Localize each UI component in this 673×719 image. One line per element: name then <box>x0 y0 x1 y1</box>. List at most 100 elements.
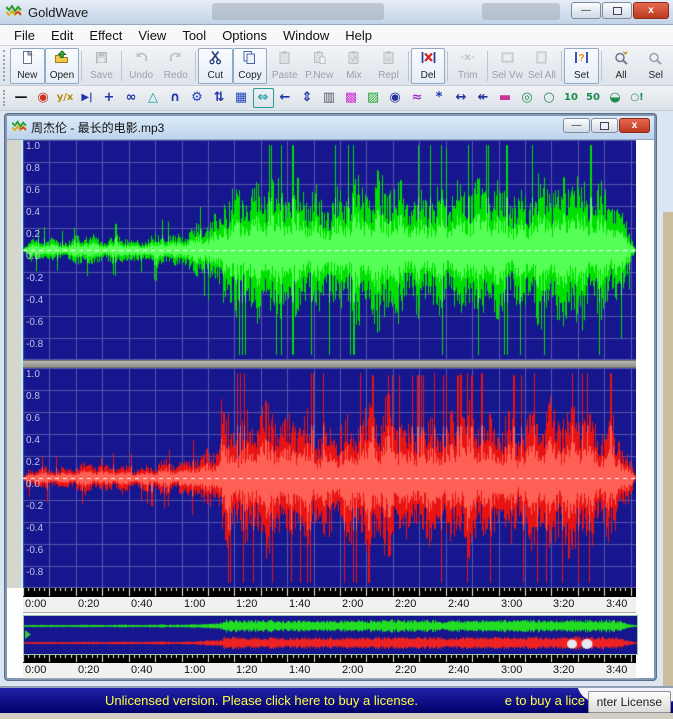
delete-x-icon <box>421 50 436 70</box>
maximize-button[interactable] <box>602 2 632 19</box>
trim-button: Trim <box>450 48 485 84</box>
zoom-selection-icon <box>648 50 663 70</box>
unlicensed-message[interactable]: Unlicensed version. Please click here to… <box>0 693 523 708</box>
time-label: 1:20 <box>236 598 257 610</box>
document-close-button[interactable]: x <box>619 118 650 133</box>
gear-icon[interactable]: ⚙ <box>187 88 208 108</box>
menu-item-file[interactable]: File <box>6 26 43 45</box>
time-label: 1:40 <box>289 664 310 676</box>
time-ruler-ticks[interactable] <box>23 588 636 597</box>
toolbar-button-label: Undo <box>129 70 153 81</box>
menu-item-effect[interactable]: Effect <box>81 26 130 45</box>
mix-button: Mix <box>337 48 372 84</box>
cut-button[interactable]: Cut <box>198 48 233 84</box>
time-label: 3:00 <box>501 664 522 676</box>
close-button[interactable]: x <box>633 2 669 19</box>
menu-item-options[interactable]: Options <box>214 26 275 45</box>
toolbar-separator <box>121 51 122 81</box>
del-button[interactable]: Del <box>411 48 446 84</box>
stretch-box-icon[interactable]: ⇔ <box>253 88 274 108</box>
menu-item-view[interactable]: View <box>130 26 174 45</box>
waveform-right-channel[interactable]: 1.00.80.60.40.20.0-0.2-0.4-0.6-0.8 <box>23 368 636 588</box>
updown-arrow-icon[interactable]: ⇕ <box>297 88 318 108</box>
amplitude-label: 1.0 <box>26 370 40 380</box>
play-to-end-icon[interactable]: ▶| <box>77 88 98 108</box>
half-circle-icon[interactable]: ◒ <box>605 88 626 108</box>
toolbar-button-label: Open <box>50 70 74 81</box>
alert-circle-icon[interactable]: ○! <box>627 88 648 108</box>
copy-button[interactable]: Copy <box>233 48 268 84</box>
menu-item-tool[interactable]: Tool <box>174 26 214 45</box>
amplitude-label: 0.6 <box>26 414 40 424</box>
trim-icon <box>460 50 475 70</box>
skip-10-icon[interactable]: 10 <box>561 88 582 108</box>
goldwave-window: GoldWave — x FileEditEffectViewToolOptio… <box>0 0 673 719</box>
goldwave-logo-icon <box>6 3 22 22</box>
toolbar-button-label: Sel Vw <box>492 70 523 81</box>
set-button[interactable]: ?Set <box>564 48 599 84</box>
triangle-icon[interactable]: △ <box>143 88 164 108</box>
sparkle-icon[interactable]: * <box>429 88 450 108</box>
left-arrow-icon[interactable]: ← <box>275 88 296 108</box>
new-button[interactable]: New <box>10 48 45 84</box>
expression-yx-icon[interactable]: y/x <box>55 88 76 108</box>
sel-button[interactable]: Sel <box>638 48 673 84</box>
skip-50-icon[interactable]: 50 <box>583 88 604 108</box>
mix-clipboard-icon <box>346 50 361 70</box>
document-minimize-button[interactable]: — <box>563 118 590 133</box>
matrix-color-icon[interactable]: ▩ <box>341 88 362 108</box>
redo-button: Redo <box>158 48 193 84</box>
overview-strip[interactable] <box>23 615 638 655</box>
document-title: 周杰伦 - 最长的电影.mp3 <box>31 119 164 136</box>
eye-icon[interactable]: ◉ <box>385 88 406 108</box>
document-restore-button[interactable] <box>591 118 618 133</box>
knob-icon[interactable]: ○ <box>539 88 560 108</box>
arrow-slash-icon[interactable]: ↞ <box>473 88 494 108</box>
color-wheel-icon[interactable]: ◉ <box>33 88 54 108</box>
document-body: 1.00.80.60.40.20.0-0.2-0.4-0.6-0.8 1.0 0.… <box>7 140 654 677</box>
meter-bars-icon[interactable]: ▥ <box>319 88 340 108</box>
toolbar-grip[interactable] <box>3 90 8 106</box>
window-title: GoldWave <box>28 5 88 20</box>
copy-pages-icon <box>242 50 257 70</box>
status-bar: Unlicensed version. Please click here to… <box>0 686 673 713</box>
time-label: 0:00 <box>25 664 46 676</box>
toolbar-button-label: Trim <box>458 70 478 81</box>
select-all-icon <box>534 50 549 70</box>
amplitude-label: 0.8 <box>26 392 40 402</box>
enter-license-button[interactable]: nter License <box>588 691 671 713</box>
oval-points-icon[interactable]: ∞ <box>121 88 142 108</box>
main-toolbar: NewOpenSaveUndoRedoCutCopyPasteP.NewMixR… <box>0 46 673 86</box>
cut-scissors-icon <box>208 50 223 70</box>
toolbar-grip[interactable] <box>3 50 8 81</box>
time-label: 0:40 <box>131 664 152 676</box>
open-folder-icon <box>54 50 69 70</box>
offset-arrows-icon[interactable]: ⇅ <box>209 88 230 108</box>
amplitude-label: -0.6 <box>26 546 43 556</box>
p-new-button: P.New <box>302 48 337 84</box>
time-label: 3:20 <box>553 664 574 676</box>
shuffle-color-icon[interactable]: ≈ <box>407 88 428 108</box>
amplitude-label: 0.2 <box>26 458 40 468</box>
menu-item-help[interactable]: Help <box>337 26 380 45</box>
overview-ruler-ticks[interactable] <box>23 655 636 663</box>
knob-zoom-icon[interactable]: ◎ <box>517 88 538 108</box>
all-button[interactable]: All <box>604 48 639 84</box>
channel-separator[interactable] <box>23 360 636 368</box>
menu-item-window[interactable]: Window <box>275 26 337 45</box>
open-button[interactable]: Open <box>45 48 80 84</box>
device-bar-icon[interactable]: — <box>11 88 32 108</box>
eq-table-icon[interactable]: ▦ <box>231 88 252 108</box>
toolbar-separator <box>195 51 196 81</box>
amplitude-label: 0.6 <box>26 186 40 196</box>
waveform-left-channel[interactable]: 1.00.80.60.40.20.0-0.2-0.4-0.6-0.8 <box>23 140 636 360</box>
sel-vw-button: Sel Vw <box>490 48 525 84</box>
menu-item-edit[interactable]: Edit <box>43 26 81 45</box>
rainbow-bar-icon[interactable]: ▬ <box>495 88 516 108</box>
toolbar-separator <box>487 51 488 81</box>
minimize-button[interactable]: — <box>571 2 601 19</box>
mx-green-icon[interactable]: ▨ <box>363 88 384 108</box>
invert-curve-icon[interactable]: ∩ <box>165 88 186 108</box>
arrow-x-icon[interactable]: ↔ <box>451 88 472 108</box>
expand-cross-icon[interactable]: + <box>99 88 120 108</box>
